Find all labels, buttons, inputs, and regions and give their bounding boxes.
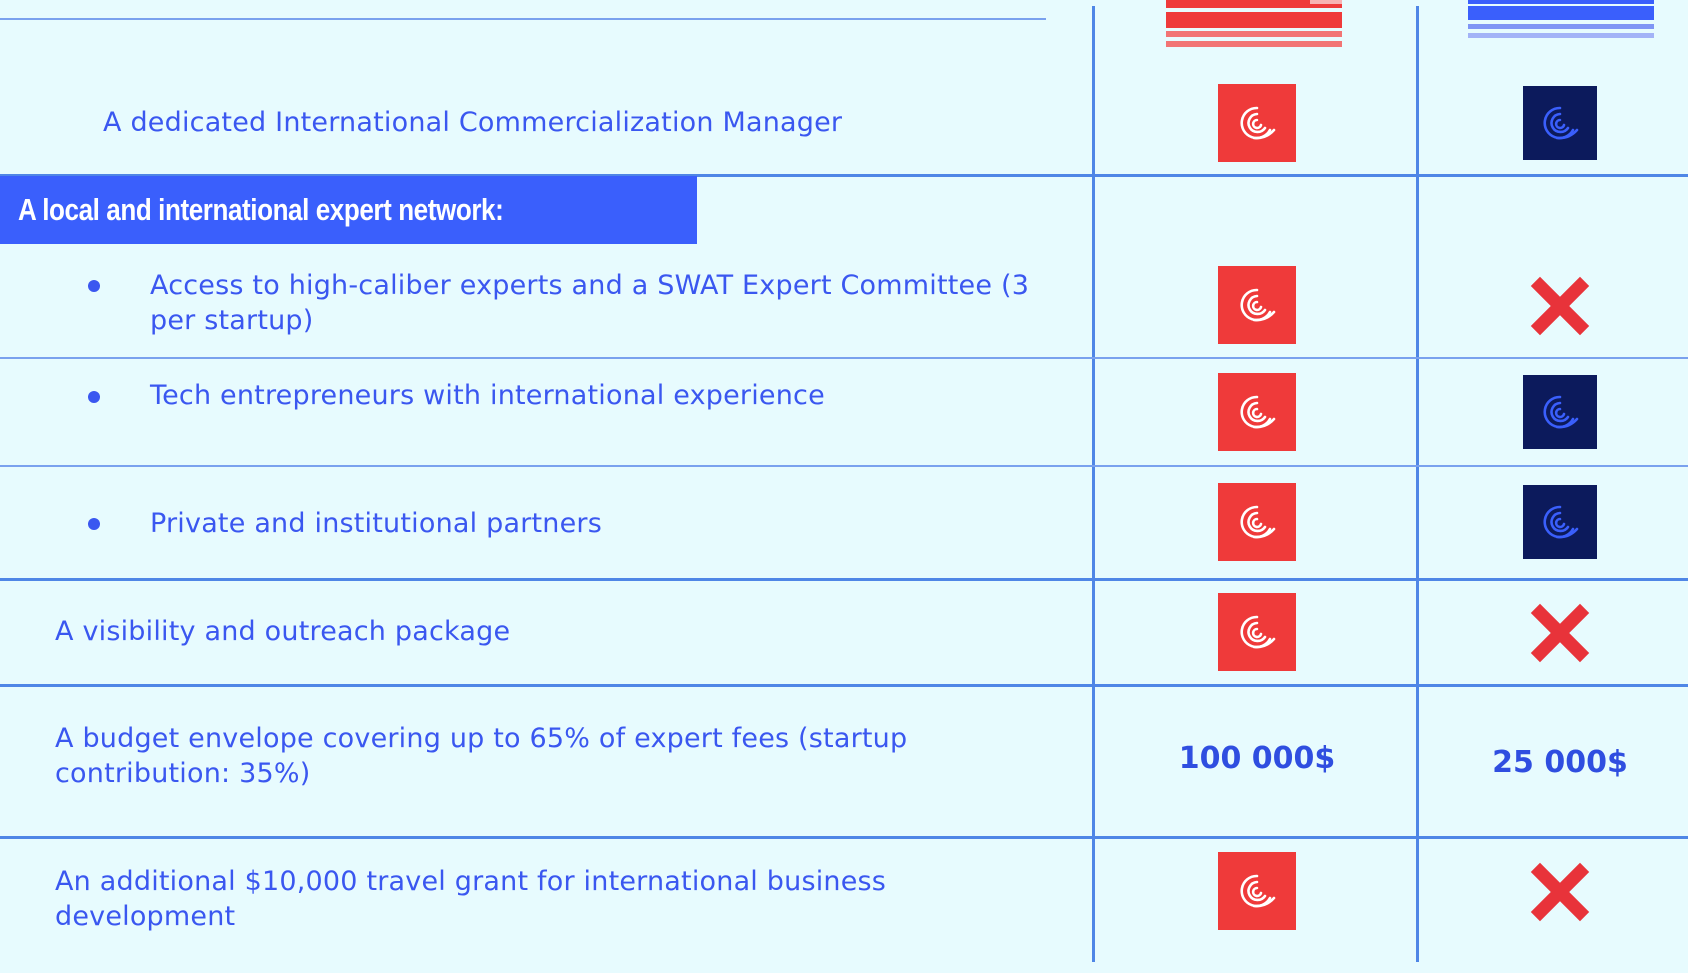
- col1-header-stripes-icon: [1166, 0, 1342, 52]
- not-included-cross-icon: [1530, 276, 1590, 336]
- not-included-cross-icon: [1530, 862, 1590, 922]
- row-label-budget: A budget envelope covering up to 65% of …: [55, 723, 908, 789]
- header-rule: [0, 18, 1046, 20]
- spiral-logo-icon: [1240, 874, 1276, 908]
- included-badge-icon: [1218, 84, 1296, 162]
- included-badge-icon: [1523, 86, 1597, 160]
- included-badge-icon: [1523, 485, 1597, 559]
- included-badge-icon: [1523, 375, 1597, 449]
- spiral-logo-icon: [1240, 288, 1276, 322]
- spiral-logo-icon: [1240, 395, 1276, 429]
- spiral-logo-icon: [1543, 106, 1579, 140]
- budget-amount-col1: 100 000$: [1178, 741, 1336, 776]
- spiral-logo-icon: [1240, 615, 1276, 649]
- row-label-travel: An additional $10,000 travel grant for i…: [55, 866, 887, 932]
- spiral-logo-icon: [1240, 505, 1276, 539]
- column-divider-1: [1092, 6, 1095, 962]
- row-divider: [0, 836, 1688, 839]
- row-label-manager: A dedicated International Commercializat…: [103, 107, 843, 138]
- included-badge-icon: [1218, 852, 1296, 930]
- row-divider: [0, 357, 1688, 359]
- included-badge-icon: [1218, 593, 1296, 671]
- section-header-expert-network: A local and international expert network…: [0, 176, 697, 244]
- col2-header-stripes-icon: [1468, 0, 1654, 40]
- budget-amount-col2: 25 000$: [1492, 745, 1628, 780]
- spiral-logo-icon: [1543, 395, 1579, 429]
- spiral-logo-icon: [1543, 505, 1579, 539]
- bullet-icon: [88, 280, 100, 292]
- section-title: A local and international expert network…: [18, 192, 504, 227]
- included-badge-icon: [1218, 373, 1296, 451]
- row-label-entrepreneurs: Tech entrepreneurs with international ex…: [150, 380, 825, 411]
- bullet-icon: [88, 518, 100, 530]
- row-label-visibility: A visibility and outreach package: [55, 616, 511, 647]
- included-badge-icon: [1218, 483, 1296, 561]
- row-divider: [0, 465, 1688, 467]
- not-included-cross-icon: [1530, 603, 1590, 663]
- spiral-logo-icon: [1240, 106, 1276, 140]
- row-divider: [0, 684, 1688, 687]
- row-divider: [0, 578, 1688, 581]
- column-divider-2: [1416, 6, 1419, 962]
- row-label-partners: Private and institutional partners: [150, 508, 602, 539]
- included-badge-icon: [1218, 266, 1296, 344]
- bullet-icon: [88, 391, 100, 403]
- row-label-experts: Access to high-caliber experts and a SWA…: [150, 270, 1030, 336]
